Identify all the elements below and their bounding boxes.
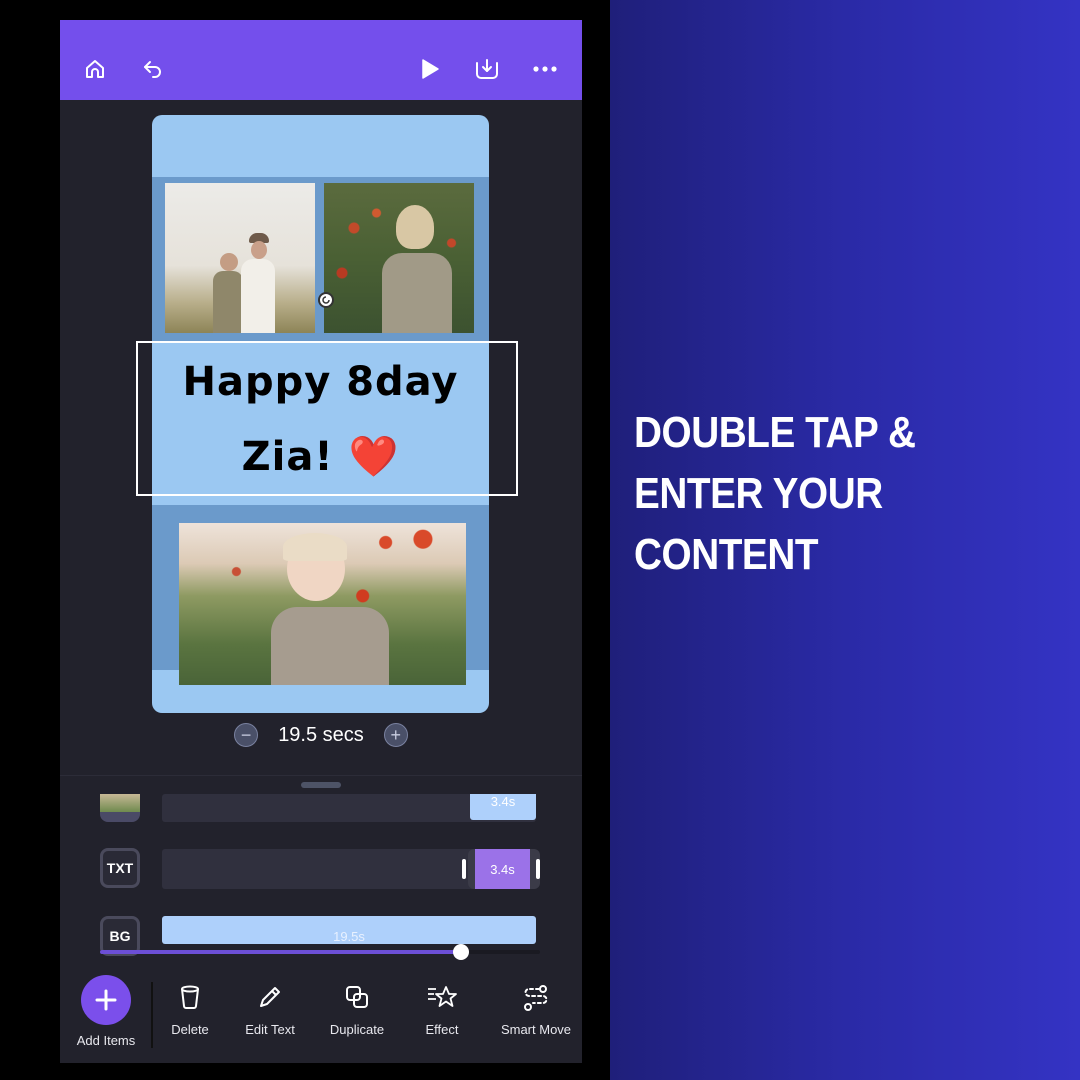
duplicate-button[interactable]: Duplicate [322, 982, 392, 1037]
scrubber-knob[interactable] [452, 944, 469, 960]
smart-move-label: Smart Move [500, 1022, 572, 1037]
timeline-scrubber[interactable] [100, 944, 540, 960]
duration-control: − 19.5 secs + [60, 720, 582, 750]
selected-text-box[interactable] [136, 341, 518, 496]
duration-value: 19.5 secs [278, 723, 364, 746]
edit-text-button[interactable]: Edit Text [238, 982, 302, 1037]
top-bar [60, 20, 582, 100]
add-items-label: Add Items [76, 1033, 136, 1048]
photo-track[interactable]: 3.4s [162, 794, 536, 822]
text-segment[interactable]: 3.4s [475, 849, 530, 889]
duplicate-label: Duplicate [329, 1022, 385, 1037]
promo-headline: DOUBLE TAP & ENTER YOUR CONTENT [634, 408, 916, 579]
delete-label: Delete [171, 1022, 209, 1037]
photo-segment[interactable]: 3.4s [470, 794, 536, 820]
star-effect-icon [428, 986, 457, 1007]
background-track[interactable]: 19.5s [162, 916, 536, 944]
toolbar-divider [151, 982, 153, 1048]
home-icon[interactable] [82, 56, 108, 82]
timeline-panel: 3.4s TXT 3.4s BG 19.5s [60, 775, 582, 975]
bottom-toolbar: Add Items Delete Edit Text Duplicate Eff… [60, 975, 582, 1063]
undo-icon[interactable] [140, 56, 166, 82]
plus-icon [81, 975, 131, 1025]
trash-icon [181, 985, 199, 1009]
background-segment: 19.5s [333, 928, 365, 944]
smart-move-icon [524, 985, 548, 1011]
increase-duration-button[interactable]: + [383, 723, 408, 747]
effect-button[interactable]: Effect [412, 982, 472, 1037]
trim-handle-right[interactable] [536, 859, 540, 879]
decrease-duration-button[interactable]: − [234, 723, 259, 747]
promo-panel: DOUBLE TAP & ENTER YOUR CONTENT [610, 0, 1080, 1080]
smart-move-button[interactable]: Smart Move [492, 982, 580, 1037]
rotate-handle-icon[interactable] [318, 292, 334, 308]
toddler-poppy-field-photo[interactable] [179, 523, 466, 685]
delete-button[interactable]: Delete [160, 982, 220, 1037]
phone-screen: Happy 8day Zia! ❤️ − 19.5 secs + 3.4s TX… [60, 20, 582, 1063]
mother-and-baby-photo[interactable] [165, 183, 315, 333]
trim-handle-left[interactable] [462, 859, 466, 879]
scrubber-progress [100, 950, 461, 954]
add-items-button[interactable]: Add Items [76, 975, 136, 1048]
pencil-icon [260, 987, 280, 1007]
drag-handle[interactable] [301, 782, 341, 788]
girl-braids-poppies-photo[interactable] [324, 183, 474, 333]
left-frame: Happy 8day Zia! ❤️ − 19.5 secs + 3.4s TX… [0, 0, 610, 1080]
text-track[interactable]: 3.4s [162, 849, 540, 889]
more-icon[interactable] [532, 56, 558, 82]
download-icon[interactable] [474, 56, 500, 82]
play-icon[interactable] [416, 56, 442, 82]
duplicate-icon [346, 986, 368, 1008]
photo-track-thumbnail[interactable] [100, 794, 140, 822]
edit-text-label: Edit Text [245, 1022, 295, 1037]
text-track-label[interactable]: TXT [100, 848, 140, 888]
effect-label: Effect [425, 1022, 459, 1037]
